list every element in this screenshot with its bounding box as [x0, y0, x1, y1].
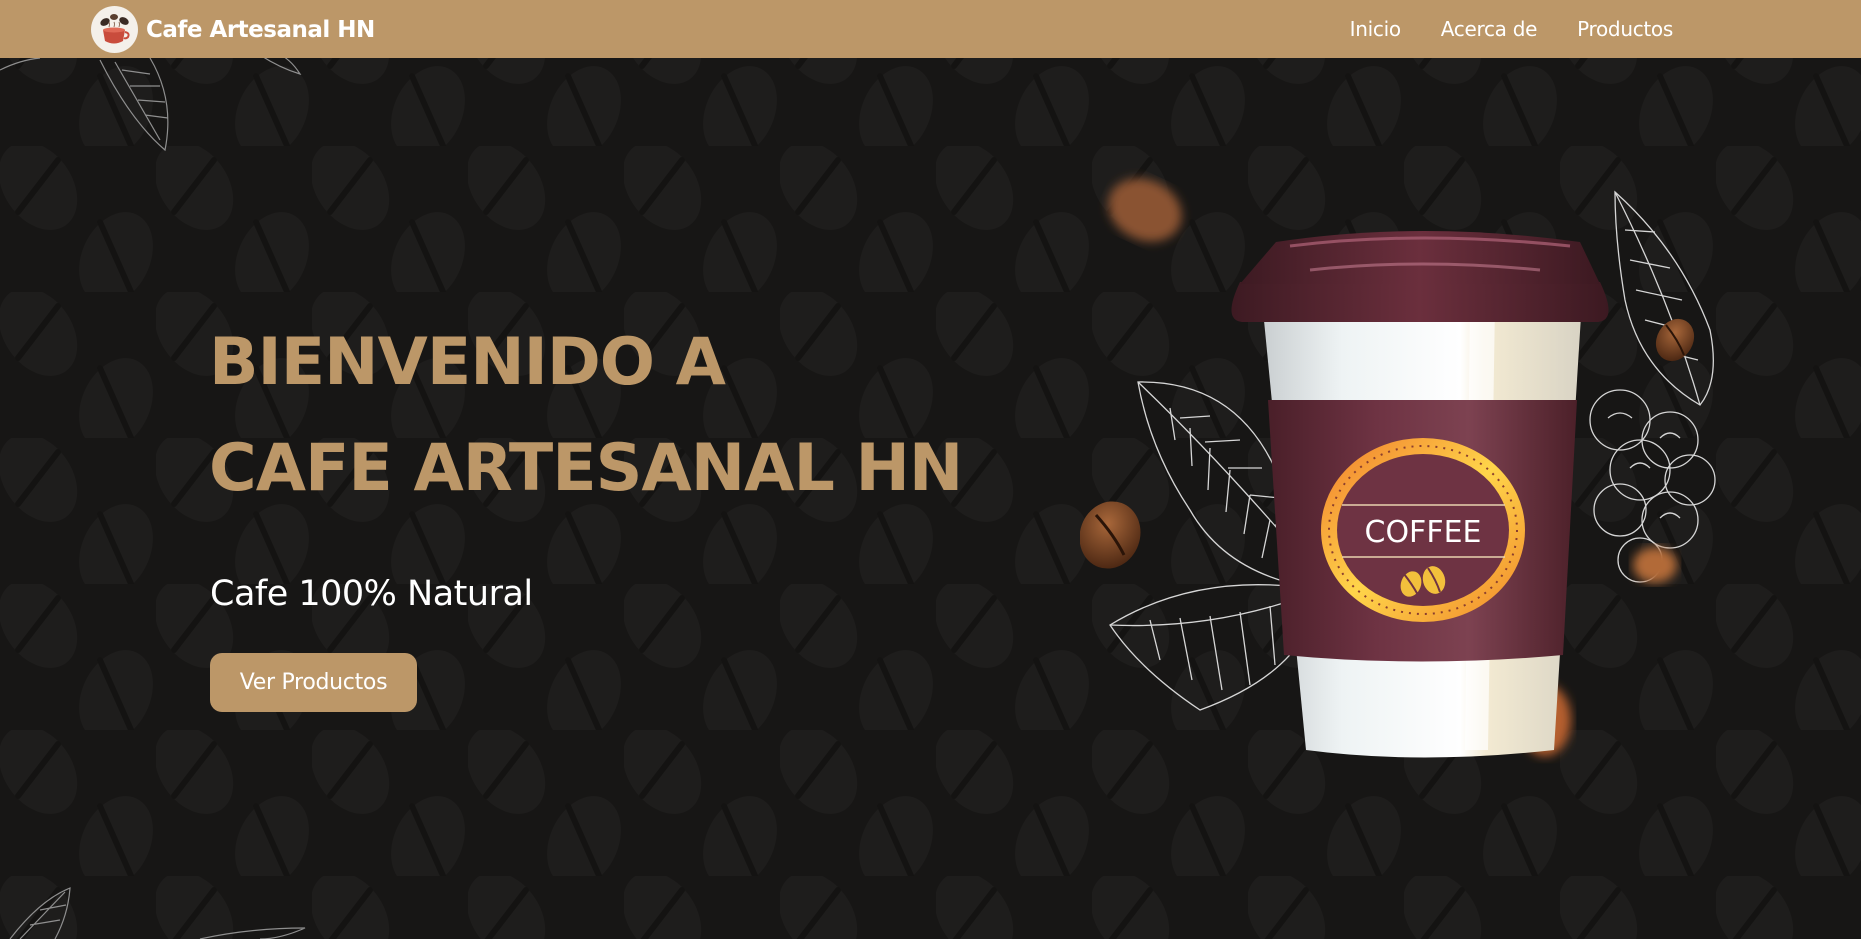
cup-label: COFFEE — [1365, 515, 1482, 550]
brand-logo-link[interactable]: Cafe Artesanal HN — [91, 6, 375, 53]
hero-subtitle: Cafe 100% Natural — [210, 574, 533, 614]
coffee-cup-logo-icon — [91, 6, 138, 53]
hero-title-line-1: BIENVENIDO A — [209, 325, 726, 400]
nav-link-inicio[interactable]: Inicio — [1350, 17, 1401, 41]
coffee-cup-illustration: COFFEE — [1080, 178, 1716, 758]
ver-productos-button[interactable]: Ver Productos — [210, 653, 417, 712]
nav-links: Inicio Acerca de Productos — [1310, 0, 1674, 58]
nav-link-productos[interactable]: Productos — [1577, 17, 1673, 41]
coffee-cup: COFFEE — [1231, 231, 1609, 758]
page: Cafe Artesanal HN Inicio Acerca de Produ… — [0, 0, 1861, 939]
nav-link-acerca-de[interactable]: Acerca de — [1441, 17, 1538, 41]
hero-title-line-2: CAFE ARTESANAL HN — [209, 431, 963, 506]
top-navbar: Cafe Artesanal HN Inicio Acerca de Produ… — [0, 0, 1861, 58]
brand-name: Cafe Artesanal HN — [146, 16, 375, 43]
hero-title: BIENVENIDO A CAFE ARTESANAL HN — [209, 310, 963, 522]
